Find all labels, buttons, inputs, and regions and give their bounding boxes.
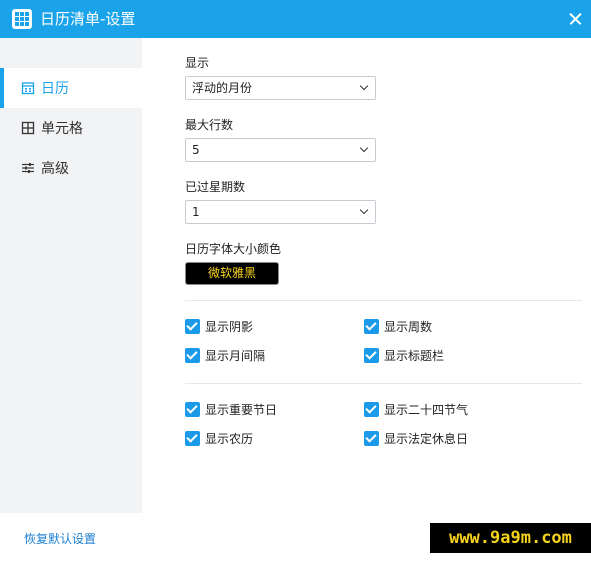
- font-label: 日历字体大小颜色: [185, 242, 282, 256]
- checkmark-icon: [364, 348, 379, 363]
- display-select[interactable]: 浮动的月份: [185, 76, 376, 100]
- checkmark-icon: [364, 402, 379, 417]
- checkbox-label: 显示月间隔: [205, 349, 266, 363]
- divider: [185, 383, 582, 384]
- close-button[interactable]: [565, 8, 587, 30]
- settings-panel: 显示 浮动的月份 最大行数 5 已过星期数 1 日历字体大小颜色 微软雅黑 显示…: [142, 38, 591, 513]
- checkbox-label: 显示标题栏: [384, 349, 445, 363]
- grid-icon: [21, 121, 35, 135]
- sidebar-item-cell[interactable]: 单元格: [0, 108, 142, 148]
- show-title-bar-checkbox[interactable]: 显示标题栏: [364, 347, 444, 364]
- footer: 恢复默认设置 www.9a9m.com: [0, 513, 591, 563]
- show-legal-rest-days-checkbox[interactable]: 显示法定休息日: [364, 430, 468, 447]
- sidebar-item-calendar[interactable]: 日历: [0, 68, 142, 108]
- chevron-down-icon: [359, 143, 369, 153]
- show-lunar-checkbox[interactable]: 显示农历: [185, 430, 253, 447]
- checkmark-icon: [185, 402, 200, 417]
- checkmark-icon: [185, 348, 200, 363]
- sidebar-item-label: 日历: [41, 81, 69, 97]
- sidebar: 日历 单元格 高级: [0, 38, 142, 513]
- display-label: 显示: [185, 56, 210, 70]
- sidebar-item-label: 单元格: [41, 121, 83, 137]
- app-grid-icon: [12, 9, 32, 29]
- show-week-number-checkbox[interactable]: 显示周数: [364, 318, 432, 335]
- checkmark-icon: [364, 431, 379, 446]
- past-weeks-label: 已过星期数: [185, 180, 246, 194]
- max-rows-label: 最大行数: [185, 118, 234, 132]
- title-bar: 日历清单-设置: [0, 0, 591, 38]
- display-select-value: 浮动的月份: [192, 81, 253, 95]
- sidebar-item-advanced[interactable]: 高级: [0, 148, 142, 188]
- sidebar-item-label: 高级: [41, 161, 69, 177]
- reset-defaults-link[interactable]: 恢复默认设置: [24, 530, 96, 547]
- checkbox-label: 显示法定休息日: [384, 432, 469, 446]
- show-solar-terms-checkbox[interactable]: 显示二十四节气: [364, 401, 468, 418]
- max-rows-select-value: 5: [192, 143, 200, 157]
- calendar-icon: [21, 81, 35, 95]
- font-picker-button[interactable]: 微软雅黑: [185, 262, 279, 285]
- checkmark-icon: [364, 319, 379, 334]
- chevron-down-icon: [359, 81, 369, 91]
- checkbox-label: 显示二十四节气: [384, 403, 469, 417]
- checkbox-label: 显示重要节日: [205, 403, 278, 417]
- window-title: 日历清单-设置: [40, 10, 136, 28]
- show-shadow-checkbox[interactable]: 显示阴影: [185, 318, 253, 335]
- checkbox-label: 显示周数: [384, 320, 433, 334]
- past-weeks-select-value: 1: [192, 205, 200, 219]
- checkbox-label: 显示农历: [205, 432, 254, 446]
- chevron-down-icon: [359, 205, 369, 215]
- checkmark-icon: [185, 319, 200, 334]
- checkbox-label: 显示阴影: [205, 320, 254, 334]
- checkmark-icon: [185, 431, 200, 446]
- past-weeks-select[interactable]: 1: [185, 200, 376, 224]
- show-holidays-checkbox[interactable]: 显示重要节日: [185, 401, 277, 418]
- max-rows-select[interactable]: 5: [185, 138, 376, 162]
- watermark: www.9a9m.com: [430, 523, 591, 553]
- show-month-gap-checkbox[interactable]: 显示月间隔: [185, 347, 265, 364]
- sliders-icon: [21, 161, 35, 175]
- divider: [185, 300, 582, 301]
